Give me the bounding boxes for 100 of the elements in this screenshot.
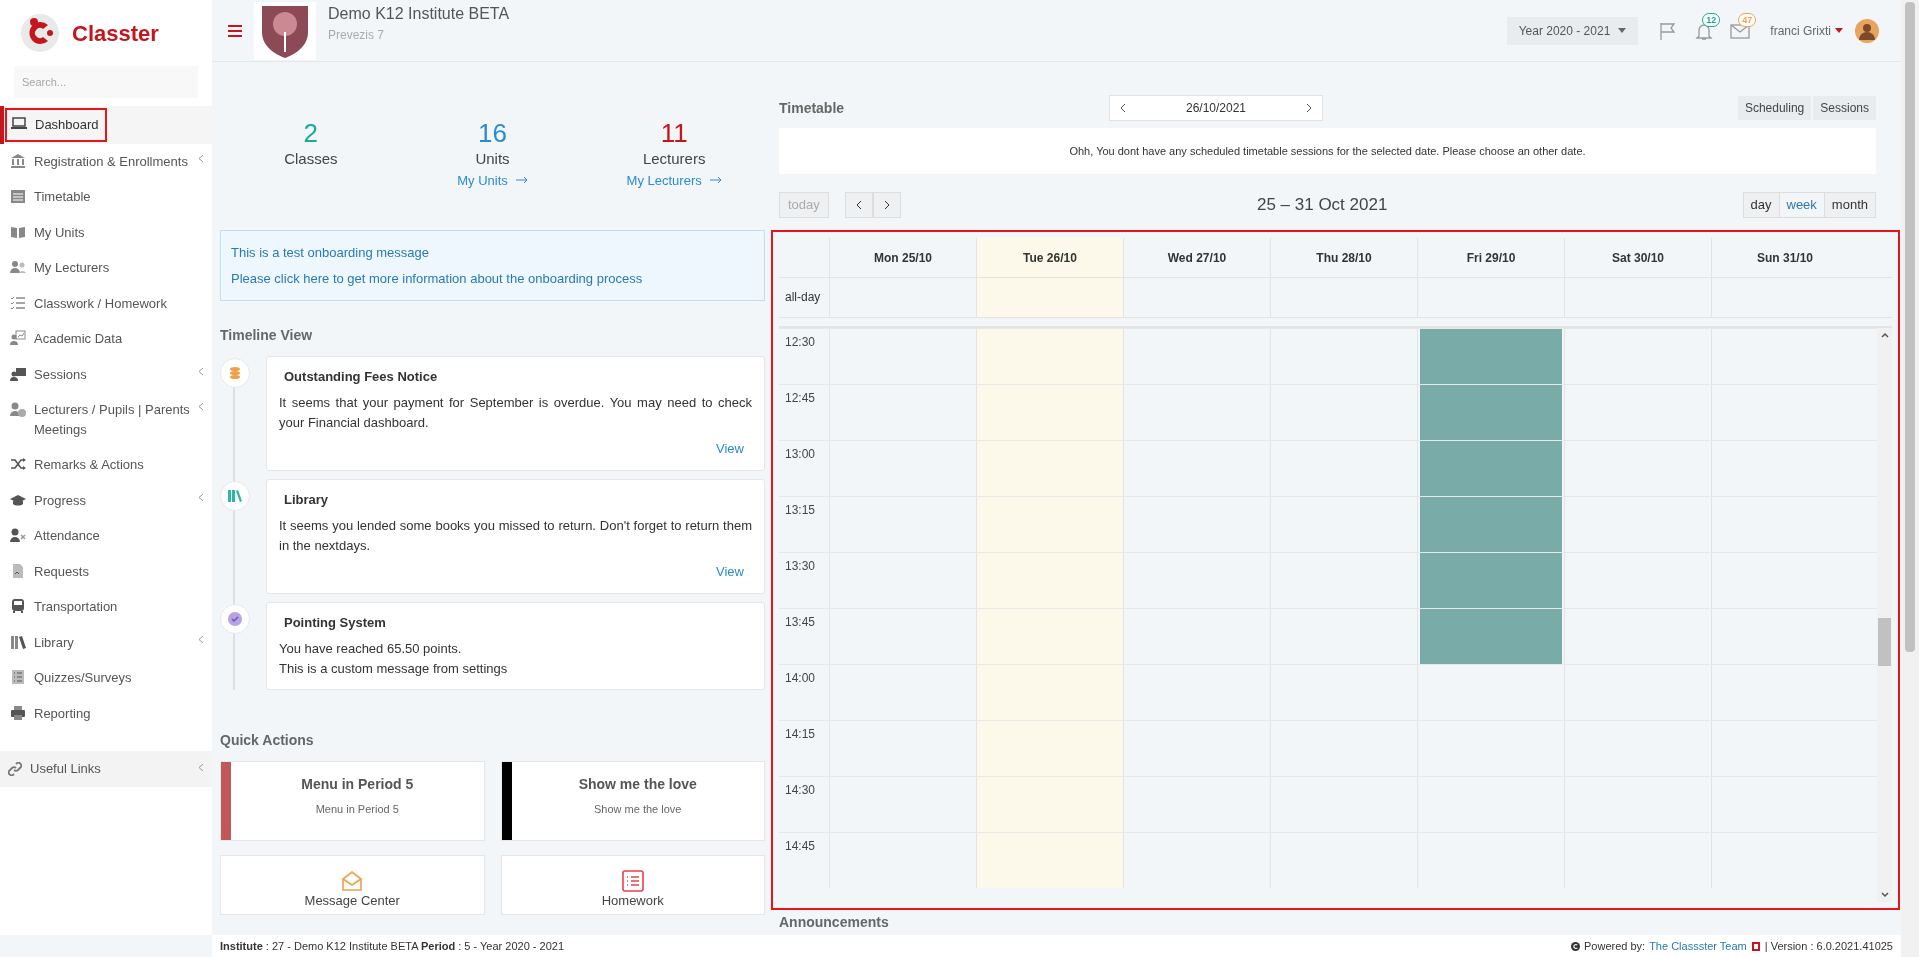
sidebar-item[interactable]: Library [0,624,212,660]
quick-action-card[interactable]: Homework [500,854,765,915]
avatar-icon[interactable] [1855,18,1879,43]
sidebar-item[interactable]: Remarks & Actions [0,447,212,483]
page-scrollbar[interactable] [1901,0,1919,957]
card-text: It seems that your payment for September is overdue. You may need to check your Financial dashboard. [279,393,752,432]
list-icon [621,869,644,892]
chevron-left-icon [855,200,862,210]
sidebar-item[interactable]: Sessions [0,356,212,392]
sidebar-item[interactable]: Dashboard [5,108,107,142]
calendar-cell[interactable] [976,665,1123,720]
copyright-icon [1571,941,1580,951]
event-block[interactable] [1420,553,1562,608]
stat-link[interactable]: My Units [457,170,528,190]
event-block[interactable] [1420,609,1562,664]
next-week-button[interactable] [872,192,901,218]
card-title: Pointing System [283,614,387,632]
time-label: 14:30 [784,782,817,799]
stat-link[interactable]: My Lecturers [626,170,722,190]
event-block[interactable] [1420,441,1562,496]
view-tab[interactable]: day [1742,192,1780,218]
card-text: It seems you lended some books you missed to return. Don't forget to return them in the nextdays. [279,516,752,555]
scrollbar-thumb[interactable] [1905,2,1915,652]
sidebar-item[interactable]: Timetable [0,179,212,215]
sidebar-item[interactable]: Requests [0,553,212,589]
calendar-range-title: 25 – 31 Oct 2021 [1256,194,1388,217]
calendar-cell[interactable] [976,329,1123,384]
calendar-cell[interactable] [976,777,1123,832]
card-title: Library [283,491,330,509]
team-link[interactable]: The Classster Team [1649,937,1747,955]
sidebar-item[interactable]: Useful Links [0,751,212,787]
view-tab[interactable]: month [1823,192,1876,218]
time-label: 13:00 [784,446,817,463]
calendar-cell[interactable] [976,385,1123,440]
scrollbar-thumb[interactable] [1878,618,1891,666]
chevron-right-icon [883,200,890,210]
sidebar-item[interactable]: My Units [0,214,212,250]
calendar-cell[interactable] [976,553,1123,608]
user-clock-icon [10,401,26,417]
event-block[interactable] [1420,385,1562,440]
sidebar-item[interactable]: Classwork / Homework [0,285,212,321]
calendar-scrollbar[interactable] [1877,328,1892,902]
year-dropdown[interactable]: Year 2020 - 2021 [1506,16,1639,45]
menu-icon[interactable] [228,24,242,37]
sidebar-item[interactable]: My Lecturers [0,250,212,286]
calendar-cell[interactable] [976,721,1123,776]
sidebar-item[interactable]: Lecturers / Pupils | Parents Meetings [0,392,212,447]
view-tab[interactable]: week [1778,192,1825,218]
sidebar-item[interactable]: Quizzes/Surveys [0,660,212,696]
quick-action-card[interactable]: Menu in Period 5 Menu in Period 5 [220,760,485,841]
all-day-cell[interactable] [976,278,1123,317]
quick-action-card[interactable]: Message Center [220,854,485,915]
onboarding-message: This is a test onboarding message [231,244,430,262]
scroll-down-icon[interactable] [1880,892,1889,898]
quick-action-card[interactable]: Show me the love Show me the love [500,760,765,841]
scroll-up-icon[interactable] [1880,332,1889,338]
sidebar-item[interactable]: Academic Data [0,321,212,357]
user-menu[interactable]: franci Grixti [1770,21,1843,40]
card-title: Message Center [304,893,400,908]
time-label: 12:30 [784,334,817,351]
shuffle-icon [10,456,26,472]
toolbar-button[interactable]: Scheduling [1737,96,1812,120]
chevron-right-icon [1306,103,1312,113]
calendar-cell[interactable] [976,441,1123,496]
day-header: Tue 26/10 [976,238,1123,277]
timetable-message: Ohh, You dont have any scheduled timetable sessions for the selected date. Please choose an other date. [1069,143,1586,159]
section-title: Announcements [779,914,889,930]
calendar-cell[interactable] [976,497,1123,552]
card-subtitle: Menu in Period 5 [314,801,399,817]
time-label: 14:00 [784,670,817,687]
chevron-left-icon [1120,103,1126,113]
calendar-cell[interactable] [976,833,1123,888]
laptop-icon [11,116,27,132]
user-chart-icon [10,330,26,346]
calendar-cell[interactable] [976,609,1123,664]
event-block[interactable] [1420,497,1562,552]
checklist-icon [10,294,26,311]
time-label: 12:45 [784,390,817,407]
sidebar-item[interactable]: Transportation [0,589,212,625]
view-link[interactable]: View [716,438,744,458]
card-text: You have reached 65.50 points. [279,639,462,658]
previous-week-button[interactable] [844,192,873,218]
search-field[interactable]: Search... [14,66,198,98]
stat-label: Lecturers [642,149,706,169]
brand-name: Classter [72,19,159,48]
sidebar-item[interactable]: Progress [0,482,212,518]
card-subtitle: Show me the love [593,801,682,817]
time-label: 14:15 [784,726,817,743]
books-icon [10,633,26,650]
time-label: 13:45 [784,614,817,631]
sidebar-item[interactable]: Attendance [0,518,212,554]
event-block[interactable] [1420,329,1562,384]
onboarding-link[interactable]: Please click here to get more information about the onboarding process [231,268,643,288]
all-day-label: all-day [784,289,822,306]
bus-icon [10,598,26,614]
sidebar-item[interactable]: Reporting [0,695,212,731]
view-link[interactable]: View [716,561,744,581]
badge-icon [227,611,243,627]
sidebar-item[interactable]: Registration & Enrollments [0,143,212,179]
toolbar-button[interactable]: Sessions [1813,96,1876,120]
